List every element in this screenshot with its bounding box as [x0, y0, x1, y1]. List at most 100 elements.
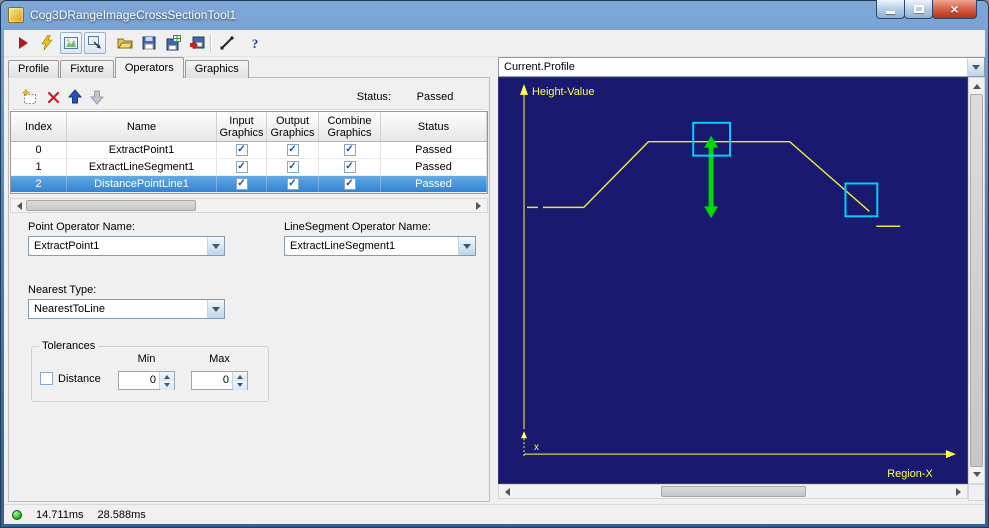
titlebar[interactable]: Cog3DRangeImageCrossSectionTool1 ×	[0, 0, 989, 30]
max-label: Max	[209, 353, 230, 365]
distance-checkbox[interactable]	[40, 372, 53, 385]
tab-graphics[interactable]: Graphics	[184, 60, 249, 78]
table-cell: ExtractPoint1	[67, 142, 217, 158]
total-time: 28.588ms	[97, 508, 146, 521]
scroll-right-button[interactable]	[952, 485, 967, 498]
point-operator-combo[interactable]: ExtractPoint1	[28, 236, 225, 256]
run-button[interactable]	[12, 32, 34, 54]
profile-selector-combo[interactable]: Current.Profile	[498, 57, 985, 77]
scroll-left-button[interactable]	[499, 485, 514, 498]
maximize-button[interactable]	[904, 0, 933, 19]
operator-row[interactable]: 1 ExtractLineSegment1 ✓ ✓ ✓ Passed	[11, 159, 487, 176]
floppy-image-icon	[166, 35, 181, 51]
nearest-type-combo[interactable]: NearestToLine	[28, 299, 225, 319]
spin-down-icon	[237, 383, 243, 390]
graphics-checkbox[interactable]: ✓	[286, 144, 299, 156]
scroll-down-button[interactable]	[969, 468, 984, 483]
chevron-down-icon[interactable]	[207, 237, 224, 255]
status-led-icon	[12, 509, 22, 520]
chevron-down-icon[interactable]	[458, 237, 475, 255]
arrow-down-icon	[89, 90, 105, 105]
graphics-checkbox[interactable]: ✓	[343, 161, 356, 173]
tab-fixture[interactable]: Fixture	[60, 60, 114, 78]
combo-value: ExtractPoint1	[34, 240, 100, 252]
measure-button[interactable]	[216, 32, 238, 54]
tab-operators[interactable]: Operators	[114, 57, 184, 78]
table-cell: 2	[11, 176, 67, 192]
floppy-icon	[142, 36, 156, 50]
plot-vscrollbar[interactable]	[968, 77, 985, 484]
distance-max-spinner[interactable]: 0	[191, 371, 248, 390]
minimize-button[interactable]	[876, 0, 905, 19]
combo-value: Current.Profile	[504, 61, 575, 73]
import-button[interactable]	[186, 32, 208, 54]
spin-up-button[interactable]	[160, 372, 174, 381]
graphics-checkbox[interactable]: ✓	[235, 178, 248, 190]
open-button[interactable]	[114, 32, 136, 54]
delete-operator-button[interactable]	[43, 87, 63, 107]
graphics-checkbox[interactable]: ✓	[235, 144, 248, 156]
spinner-value[interactable]: 0	[119, 372, 159, 389]
measure-icon	[220, 36, 234, 50]
caption-buttons: ×	[876, 0, 977, 19]
tab-strip: Profile Fixture Operators Graphics	[8, 57, 250, 78]
graphics-checkbox[interactable]: ✓	[343, 178, 356, 190]
graphics-checkbox[interactable]: ✓	[286, 178, 299, 190]
table-hscrollbar[interactable]	[10, 198, 488, 213]
scroll-thumb[interactable]	[970, 94, 983, 467]
column-header-combine-graphics[interactable]: Combine Graphics	[319, 112, 381, 141]
app-icon	[8, 7, 24, 23]
operator-table: Index Name Input Graphics Output Graphics Co…	[10, 111, 488, 194]
column-header-output-graphics[interactable]: Output Graphics	[267, 112, 319, 141]
table-cell: Passed	[381, 159, 487, 175]
scroll-right-button[interactable]	[472, 199, 487, 212]
column-header-input-graphics[interactable]: Input Graphics	[217, 112, 267, 141]
spin-down-button[interactable]	[160, 381, 174, 390]
chevron-down-icon[interactable]	[207, 300, 224, 318]
scroll-thumb[interactable]	[26, 200, 196, 211]
scroll-down-icon	[972, 472, 981, 481]
profile-plot-area[interactable]: Height-Value Region-X x	[498, 77, 968, 484]
add-operator-button[interactable]	[19, 87, 39, 107]
status-bar: 14.711ms 28.588ms	[4, 504, 985, 524]
column-header-name[interactable]: Name	[67, 112, 217, 141]
save-button[interactable]	[138, 32, 160, 54]
float-image-button[interactable]	[84, 32, 106, 54]
linesegment-operator-combo[interactable]: ExtractLineSegment1	[284, 236, 476, 256]
delete-icon	[47, 91, 59, 103]
operator-row[interactable]: 0 ExtractPoint1 ✓ ✓ ✓ Passed	[11, 142, 487, 159]
svg-text:Height-Value: Height-Value	[532, 86, 594, 98]
svg-text:?: ?	[252, 36, 259, 51]
save-image-button[interactable]	[162, 32, 184, 54]
spin-down-button[interactable]	[233, 381, 247, 390]
plot-hscrollbar[interactable]	[498, 484, 968, 499]
column-header-index[interactable]: Index	[11, 112, 67, 141]
distance-min-spinner[interactable]: 0	[118, 371, 175, 390]
main-toolbar: ?	[4, 30, 985, 57]
spinner-value[interactable]: 0	[192, 372, 232, 389]
operator-row[interactable]: 2 DistancePointLine1 ✓ ✓ ✓ Passed	[11, 176, 487, 193]
spin-up-button[interactable]	[233, 372, 247, 381]
scroll-up-button[interactable]	[969, 78, 984, 93]
run-electric-button[interactable]	[36, 32, 58, 54]
table-cell: Passed	[381, 142, 487, 158]
tab-profile[interactable]: Profile	[8, 60, 60, 78]
min-label: Min	[137, 353, 156, 365]
graphics-checkbox[interactable]: ✓	[286, 161, 299, 173]
scroll-thumb[interactable]	[661, 486, 806, 497]
help-button[interactable]: ?	[244, 32, 266, 54]
graphics-checkbox[interactable]: ✓	[343, 144, 356, 156]
graphics-checkbox[interactable]: ✓	[235, 161, 248, 173]
chevron-down-icon[interactable]	[967, 58, 984, 76]
point-operator-label: Point Operator Name:	[28, 221, 135, 233]
column-header-status[interactable]: Status	[381, 112, 487, 141]
operator-table-header: Index Name Input Graphics Output Graphics Co…	[11, 112, 487, 142]
combo-value: ExtractLineSegment1	[290, 240, 396, 252]
move-up-button[interactable]	[65, 87, 85, 107]
scroll-right-icon	[476, 201, 485, 210]
scroll-right-icon	[956, 487, 965, 496]
close-button[interactable]: ×	[932, 0, 977, 19]
move-down-button[interactable]	[87, 87, 107, 107]
show-image-button[interactable]	[60, 32, 82, 54]
scroll-left-button[interactable]	[11, 199, 26, 212]
